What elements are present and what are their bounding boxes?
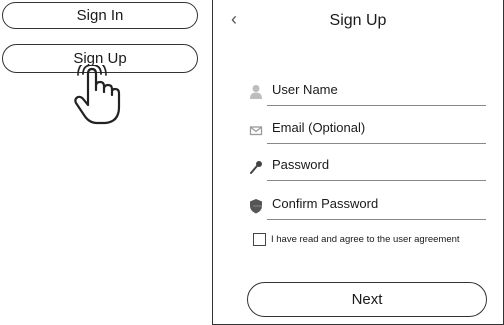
envelope-icon [249, 126, 263, 136]
password-label: Password [272, 157, 330, 172]
confirm-password-underline [267, 219, 486, 220]
agreement-checkbox[interactable] [253, 233, 266, 246]
next-label: Next [351, 291, 383, 308]
username-underline [267, 105, 486, 106]
key-icon [250, 161, 262, 174]
hand-pointer-icon [74, 65, 121, 125]
email-field[interactable]: Email (Optional) [249, 120, 486, 144]
person-icon [250, 85, 262, 99]
next-button[interactable]: Next [247, 282, 487, 317]
sign-in-button[interactable]: Sign In [2, 2, 198, 29]
agreement-text: I have read and agree to the user agreem… [271, 234, 460, 245]
shield-icon [250, 199, 262, 214]
signup-screen: ‹ Sign Up User Name Email (Optional) Pas… [212, 0, 504, 325]
email-underline [267, 143, 486, 144]
agreement-row: I have read and agree to the user agreem… [253, 233, 460, 246]
confirm-password-field[interactable]: Confirm Password [249, 196, 486, 220]
page-title: Sign Up [329, 12, 387, 29]
sign-in-label: Sign In [76, 7, 124, 24]
username-field[interactable]: User Name [249, 82, 486, 106]
password-field[interactable]: Password [249, 157, 486, 181]
confirm-password-label: Confirm Password [272, 196, 379, 211]
email-label: Email (Optional) [272, 120, 366, 135]
username-label: User Name [272, 82, 338, 97]
password-underline [267, 180, 486, 181]
